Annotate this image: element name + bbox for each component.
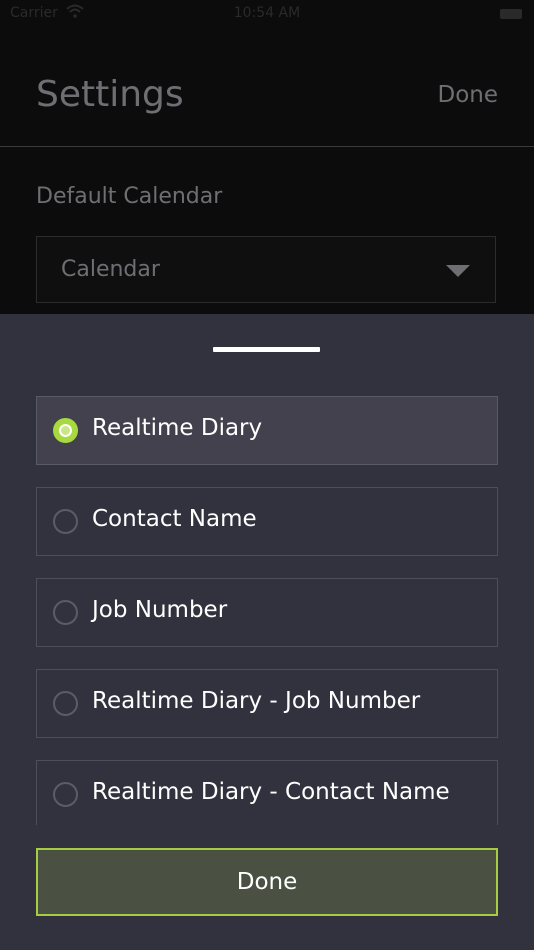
option-label: Realtime Diary - Contact Name <box>92 779 450 805</box>
header-done-button[interactable]: Done <box>437 82 498 108</box>
option-label: Realtime Diary - Job Number <box>92 688 421 714</box>
navigation-header: Settings Done <box>0 30 534 147</box>
status-bar: Carrier 10:54 AM <box>0 0 534 30</box>
calendar-options-sheet: Realtime Diary Contact Name Job Number R… <box>0 314 534 950</box>
option-job-number[interactable]: Job Number <box>36 578 498 647</box>
option-realtime-diary-job-number[interactable]: Realtime Diary - Job Number <box>36 669 498 738</box>
option-contact-name[interactable]: Contact Name <box>36 487 498 556</box>
battery-icon <box>500 9 522 19</box>
radio-icon[interactable] <box>53 691 78 716</box>
sheet-grabber-handle[interactable] <box>213 347 320 352</box>
status-time: 10:54 AM <box>233 5 301 21</box>
options-list[interactable]: Realtime Diary Contact Name Job Number R… <box>36 396 498 825</box>
radio-icon[interactable] <box>53 782 78 807</box>
done-button[interactable]: Done <box>36 848 498 916</box>
option-realtime-diary-contact-name[interactable]: Realtime Diary - Contact Name <box>36 760 498 825</box>
option-realtime-diary[interactable]: Realtime Diary <box>36 396 498 465</box>
chevron-down-icon <box>446 265 470 277</box>
radio-icon[interactable] <box>53 509 78 534</box>
radio-icon[interactable] <box>53 418 78 443</box>
option-label: Realtime Diary <box>92 415 263 441</box>
default-calendar-value: Calendar <box>61 257 160 282</box>
radio-icon[interactable] <box>53 600 78 625</box>
default-calendar-dropdown[interactable]: Calendar <box>36 236 496 303</box>
option-label: Contact Name <box>92 506 257 532</box>
settings-page: Carrier 10:54 AM Settings Done Default C… <box>0 0 534 320</box>
page-title: Settings <box>36 74 184 115</box>
default-calendar-label: Default Calendar <box>36 184 223 209</box>
option-label: Job Number <box>92 597 228 623</box>
